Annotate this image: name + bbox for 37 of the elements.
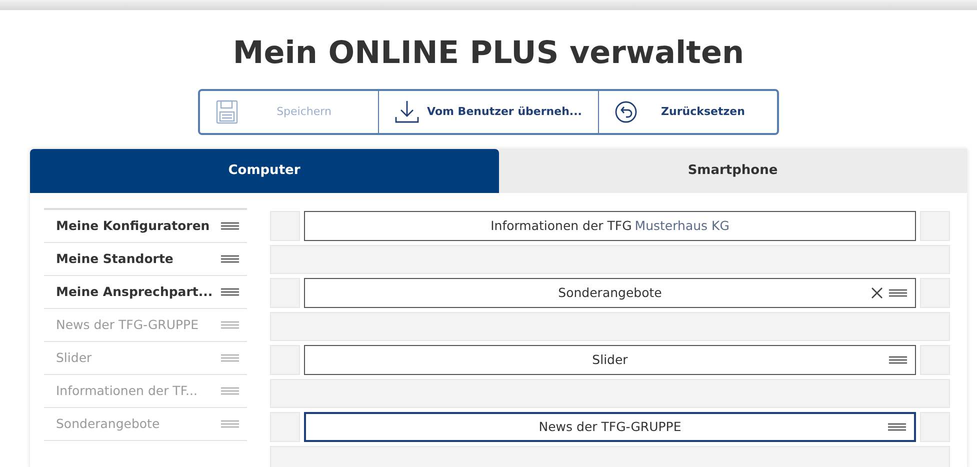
side-slot — [920, 211, 950, 241]
widget-slot[interactable]: Sonderangebote — [304, 278, 916, 308]
side-slot — [270, 412, 300, 442]
drag-handle-icon[interactable] — [221, 420, 239, 428]
widget-list-item[interactable]: Meine Konfiguratoren — [44, 210, 247, 243]
drag-handle-icon[interactable] — [889, 356, 907, 364]
side-slot — [920, 412, 950, 442]
undo-circle-icon — [614, 101, 637, 123]
drag-handle-icon[interactable] — [888, 423, 906, 431]
widget-list-item[interactable]: Meine Standorte — [44, 243, 247, 276]
drag-handle-icon[interactable] — [221, 387, 239, 395]
drag-handle-icon[interactable] — [221, 288, 239, 296]
widget-title: Slider — [591, 350, 629, 369]
widget-title: Informationen der TFG Musterhaus KG — [490, 216, 730, 235]
drag-handle-icon[interactable] — [889, 289, 907, 297]
widget-list-item[interactable]: Meine Ansprechpart... — [44, 276, 247, 309]
widget-title: Sonderangebote — [557, 284, 663, 302]
drag-handle-icon[interactable] — [221, 255, 239, 263]
drag-handle-icon[interactable] — [221, 354, 239, 362]
download-icon — [395, 100, 420, 124]
widget-slot[interactable]: Slider — [304, 345, 916, 375]
reset-button[interactable]: Zurücksetzen — [598, 91, 777, 133]
side-slot — [270, 345, 300, 375]
drag-handle-icon[interactable] — [221, 222, 239, 230]
side-slot — [270, 211, 300, 241]
download-button[interactable]: Vom Benutzer überneh... — [378, 91, 598, 133]
device-tab[interactable]: Computer — [30, 149, 498, 193]
widget-slot[interactable]: Informationen der TFG Musterhaus KG — [304, 211, 916, 241]
close-icon[interactable] — [871, 287, 883, 299]
widget-title: News der TFG-GRUPPE — [538, 418, 682, 436]
device-tab[interactable]: Smartphone — [498, 149, 967, 193]
side-slot — [920, 278, 950, 308]
widget-slot[interactable]: News der TFG-GRUPPE — [304, 412, 916, 442]
side-slot — [270, 278, 300, 308]
drag-handle-icon[interactable] — [221, 321, 239, 329]
page-title: Mein ONLINE PLUS verwalten — [232, 38, 744, 69]
side-slot — [920, 345, 950, 375]
